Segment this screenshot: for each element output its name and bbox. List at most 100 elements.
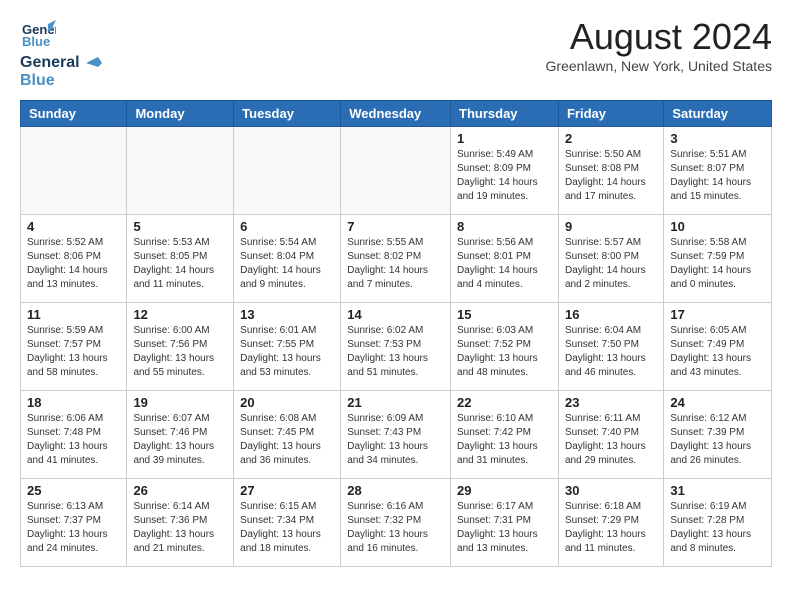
page-subtitle: Greenlawn, New York, United States <box>546 58 772 74</box>
calendar-cell: 15 Sunrise: 6:03 AM Sunset: 7:52 PM Dayli… <box>451 303 559 391</box>
calendar-cell: 7 Sunrise: 5:55 AM Sunset: 8:02 PM Daylig… <box>341 215 451 303</box>
calendar-cell: 20Sunrise: 6:08 AM Sunset: 7:45 PM Dayli… <box>234 391 341 479</box>
day-number: 6 <box>240 219 334 234</box>
col-sunday: Sunday <box>21 101 127 127</box>
logo-general: General <box>20 54 80 71</box>
calendar-cell: 5Sunrise: 5:53 AM Sunset: 8:05 PM Daylig… <box>127 215 234 303</box>
day-number: 9 <box>565 219 657 234</box>
day-info: Sunrise: 5:58 AM Sunset: 7:59 PM Dayligh… <box>670 236 765 292</box>
col-saturday: Saturday <box>664 101 772 127</box>
calendar-cell: 24 Sunrise: 6:12 AM Sunset: 7:39 PM Dayli… <box>664 391 772 479</box>
day-info: Sunrise: 6:14 AM Sunset: 7:36 PM Dayligh… <box>133 500 227 556</box>
title-block: August 2024 Greenlawn, New York, United … <box>546 16 772 74</box>
day-number: 4 <box>27 219 120 234</box>
calendar-cell: 13 Sunrise: 6:01 AM Sunset: 7:55 PM Dayli… <box>234 303 341 391</box>
day-number: 24 <box>670 395 765 410</box>
day-number: 29 <box>457 483 552 498</box>
day-info: Sunrise: 6:01 AM Sunset: 7:55 PM Dayligh… <box>240 324 334 380</box>
day-info: Sunrise: 5:55 AM Sunset: 8:02 PM Dayligh… <box>347 236 444 292</box>
logo-icon: General Blue <box>20 16 56 52</box>
calendar-cell: 27Sunrise: 6:15 AM Sunset: 7:34 PM Dayli… <box>234 479 341 567</box>
calendar-cell: 17 Sunrise: 6:05 AM Sunset: 7:49 PM Dayli… <box>664 303 772 391</box>
day-number: 17 <box>670 307 765 322</box>
day-number: 7 <box>347 219 444 234</box>
calendar-cell: 6Sunrise: 5:54 AM Sunset: 8:04 PM Daylig… <box>234 215 341 303</box>
day-info: Sunrise: 5:50 AM Sunset: 8:08 PM Dayligh… <box>565 148 657 204</box>
day-info: Sunrise: 6:15 AM Sunset: 7:34 PM Dayligh… <box>240 500 334 556</box>
day-info: Sunrise: 6:09 AM Sunset: 7:43 PM Dayligh… <box>347 412 444 468</box>
col-tuesday: Tuesday <box>234 101 341 127</box>
day-info: Sunrise: 6:02 AM Sunset: 7:53 PM Dayligh… <box>347 324 444 380</box>
calendar-table: Sunday Monday Tuesday Wednesday Thursday… <box>20 100 772 567</box>
day-info: Sunrise: 5:59 AM Sunset: 7:57 PM Dayligh… <box>27 324 120 380</box>
day-number: 25 <box>27 483 120 498</box>
calendar-cell: 11 Sunrise: 5:59 AM Sunset: 7:57 PM Dayli… <box>21 303 127 391</box>
day-number: 5 <box>133 219 227 234</box>
calendar-cell <box>234 127 341 215</box>
svg-text:Blue: Blue <box>22 34 50 49</box>
calendar-week-2: 4 Sunrise: 5:52 AM Sunset: 8:06 PM Daylig… <box>21 215 772 303</box>
calendar-cell: 12 Sunrise: 6:00 AM Sunset: 7:56 PM Dayli… <box>127 303 234 391</box>
day-info: Sunrise: 6:17 AM Sunset: 7:31 PM Dayligh… <box>457 500 552 556</box>
calendar-cell: 21 Sunrise: 6:09 AM Sunset: 7:43 PM Dayli… <box>341 391 451 479</box>
day-info: Sunrise: 6:05 AM Sunset: 7:49 PM Dayligh… <box>670 324 765 380</box>
logo: General Blue General Blue <box>20 16 106 90</box>
day-info: Sunrise: 5:51 AM Sunset: 8:07 PM Dayligh… <box>670 148 765 204</box>
col-monday: Monday <box>127 101 234 127</box>
day-number: 22 <box>457 395 552 410</box>
calendar-cell: 2 Sunrise: 5:50 AM Sunset: 8:08 PM Daylig… <box>558 127 663 215</box>
calendar-week-5: 25 Sunrise: 6:13 AM Sunset: 7:37 PM Dayli… <box>21 479 772 567</box>
day-info: Sunrise: 6:03 AM Sunset: 7:52 PM Dayligh… <box>457 324 552 380</box>
col-friday: Friday <box>558 101 663 127</box>
day-info: Sunrise: 6:00 AM Sunset: 7:56 PM Dayligh… <box>133 324 227 380</box>
calendar-cell <box>21 127 127 215</box>
day-info: Sunrise: 6:12 AM Sunset: 7:39 PM Dayligh… <box>670 412 765 468</box>
day-number: 11 <box>27 307 120 322</box>
col-wednesday: Wednesday <box>341 101 451 127</box>
col-thursday: Thursday <box>451 101 559 127</box>
day-number: 13 <box>240 307 334 322</box>
calendar-cell: 9 Sunrise: 5:57 AM Sunset: 8:00 PM Daylig… <box>558 215 663 303</box>
calendar-cell: 25 Sunrise: 6:13 AM Sunset: 7:37 PM Dayli… <box>21 479 127 567</box>
day-number: 21 <box>347 395 444 410</box>
calendar-cell: 1Sunrise: 5:49 AM Sunset: 8:09 PM Daylig… <box>451 127 559 215</box>
calendar-cell: 16Sunrise: 6:04 AM Sunset: 7:50 PM Dayli… <box>558 303 663 391</box>
day-info: Sunrise: 6:10 AM Sunset: 7:42 PM Dayligh… <box>457 412 552 468</box>
day-number: 10 <box>670 219 765 234</box>
calendar-week-1: 1Sunrise: 5:49 AM Sunset: 8:09 PM Daylig… <box>21 127 772 215</box>
day-number: 3 <box>670 131 765 146</box>
header: General Blue General Blue August 2024 Gr… <box>20 16 772 90</box>
calendar-cell: 29 Sunrise: 6:17 AM Sunset: 7:31 PM Dayli… <box>451 479 559 567</box>
calendar-cell: 19 Sunrise: 6:07 AM Sunset: 7:46 PM Dayli… <box>127 391 234 479</box>
page: General Blue General Blue August 2024 Gr… <box>0 0 792 577</box>
day-number: 31 <box>670 483 765 498</box>
day-number: 16 <box>565 307 657 322</box>
page-title: August 2024 <box>546 16 772 58</box>
day-info: Sunrise: 5:49 AM Sunset: 8:09 PM Dayligh… <box>457 148 552 204</box>
day-info: Sunrise: 6:18 AM Sunset: 7:29 PM Dayligh… <box>565 500 657 556</box>
calendar-cell: 22 Sunrise: 6:10 AM Sunset: 7:42 PM Dayli… <box>451 391 559 479</box>
logo-blue: Blue <box>20 72 55 89</box>
day-number: 19 <box>133 395 227 410</box>
day-number: 2 <box>565 131 657 146</box>
calendar-body: 1Sunrise: 5:49 AM Sunset: 8:09 PM Daylig… <box>21 127 772 567</box>
calendar-cell: 28 Sunrise: 6:16 AM Sunset: 7:32 PM Dayli… <box>341 479 451 567</box>
day-info: Sunrise: 5:57 AM Sunset: 8:00 PM Dayligh… <box>565 236 657 292</box>
day-info: Sunrise: 6:16 AM Sunset: 7:32 PM Dayligh… <box>347 500 444 556</box>
day-number: 20 <box>240 395 334 410</box>
day-number: 14 <box>347 307 444 322</box>
day-info: Sunrise: 5:52 AM Sunset: 8:06 PM Dayligh… <box>27 236 120 292</box>
day-number: 30 <box>565 483 657 498</box>
day-info: Sunrise: 5:56 AM Sunset: 8:01 PM Dayligh… <box>457 236 552 292</box>
day-info: Sunrise: 6:13 AM Sunset: 7:37 PM Dayligh… <box>27 500 120 556</box>
calendar-header-row: Sunday Monday Tuesday Wednesday Thursday… <box>21 101 772 127</box>
calendar-cell: 8Sunrise: 5:56 AM Sunset: 8:01 PM Daylig… <box>451 215 559 303</box>
day-number: 15 <box>457 307 552 322</box>
day-number: 12 <box>133 307 227 322</box>
calendar-cell: 23Sunrise: 6:11 AM Sunset: 7:40 PM Dayli… <box>558 391 663 479</box>
day-info: Sunrise: 6:07 AM Sunset: 7:46 PM Dayligh… <box>133 412 227 468</box>
day-info: Sunrise: 6:06 AM Sunset: 7:48 PM Dayligh… <box>27 412 120 468</box>
calendar-cell <box>341 127 451 215</box>
day-number: 28 <box>347 483 444 498</box>
calendar-cell: 14 Sunrise: 6:02 AM Sunset: 7:53 PM Dayli… <box>341 303 451 391</box>
